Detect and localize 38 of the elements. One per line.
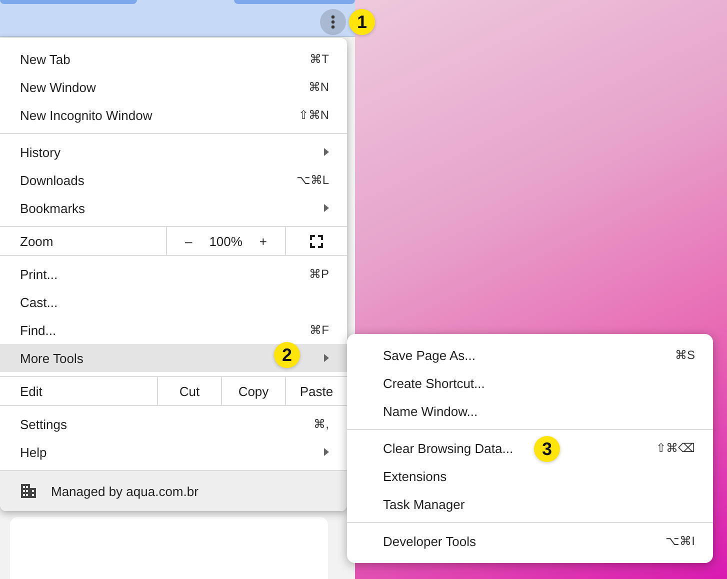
zoom-out-button[interactable]: – bbox=[179, 234, 198, 248]
menu-item[interactable]: Name Window... bbox=[383, 404, 478, 418]
menu-icon[interactable] bbox=[320, 9, 346, 35]
menu-item[interactable]: Create Shortcut... bbox=[383, 376, 485, 390]
edit-button[interactable]: Copy bbox=[221, 377, 285, 405]
menu-item[interactable]: Help bbox=[20, 444, 47, 460]
keyboard-shortcut: ⌥⌘L bbox=[296, 173, 329, 187]
menu-item[interactable]: History bbox=[20, 144, 60, 160]
menu-item[interactable]: Extensions bbox=[383, 468, 447, 484]
edit-label: Edit bbox=[19, 382, 44, 400]
menu-item[interactable]: New Incognito Window bbox=[20, 108, 152, 122]
keyboard-shortcut: ⌘T bbox=[310, 52, 329, 66]
menu-item[interactable]: Developer Tools bbox=[383, 534, 476, 548]
zoom-level: 100% bbox=[209, 234, 242, 248]
menu-item[interactable]: Find... bbox=[20, 322, 56, 338]
menu-item[interactable]: Downloads bbox=[20, 172, 84, 188]
zoom-label: Zoom bbox=[19, 232, 54, 250]
keyboard-shortcut: ⇧⌘N bbox=[298, 108, 329, 122]
menu-item[interactable]: Bookmarks bbox=[20, 200, 86, 216]
menu-item[interactable]: Clear Browsing Data... bbox=[383, 440, 514, 456]
keyboard-shortcut: ⌘, bbox=[314, 417, 329, 431]
menu-item[interactable]: New Window bbox=[20, 80, 96, 94]
menu-item[interactable]: Save Page As... bbox=[383, 348, 476, 362]
menu-item[interactable]: Settings bbox=[20, 416, 67, 432]
menu-item[interactable]: Task Manager bbox=[383, 496, 465, 512]
zoom-in-button[interactable]: + bbox=[253, 234, 273, 248]
edit-button[interactable]: Cut bbox=[157, 377, 221, 405]
keyboard-shortcut: ⌥⌘I bbox=[666, 534, 695, 548]
menu-item[interactable]: Print... bbox=[20, 266, 58, 282]
keyboard-shortcut: ⌘F bbox=[310, 323, 329, 337]
keyboard-shortcut: ⌘P bbox=[308, 267, 329, 281]
keyboard-shortcut: ⌘N bbox=[308, 80, 329, 94]
menu-item[interactable]: New Tab bbox=[20, 52, 70, 66]
keyboard-shortcut: ⇧⌘⌫ bbox=[656, 441, 695, 455]
managed-footer[interactable]: Managed by aqua.com.br bbox=[0, 471, 347, 511]
menu-item[interactable]: Cast... bbox=[20, 294, 58, 310]
building-icon bbox=[21, 484, 36, 498]
keyboard-shortcut: ⌘S bbox=[674, 348, 695, 362]
